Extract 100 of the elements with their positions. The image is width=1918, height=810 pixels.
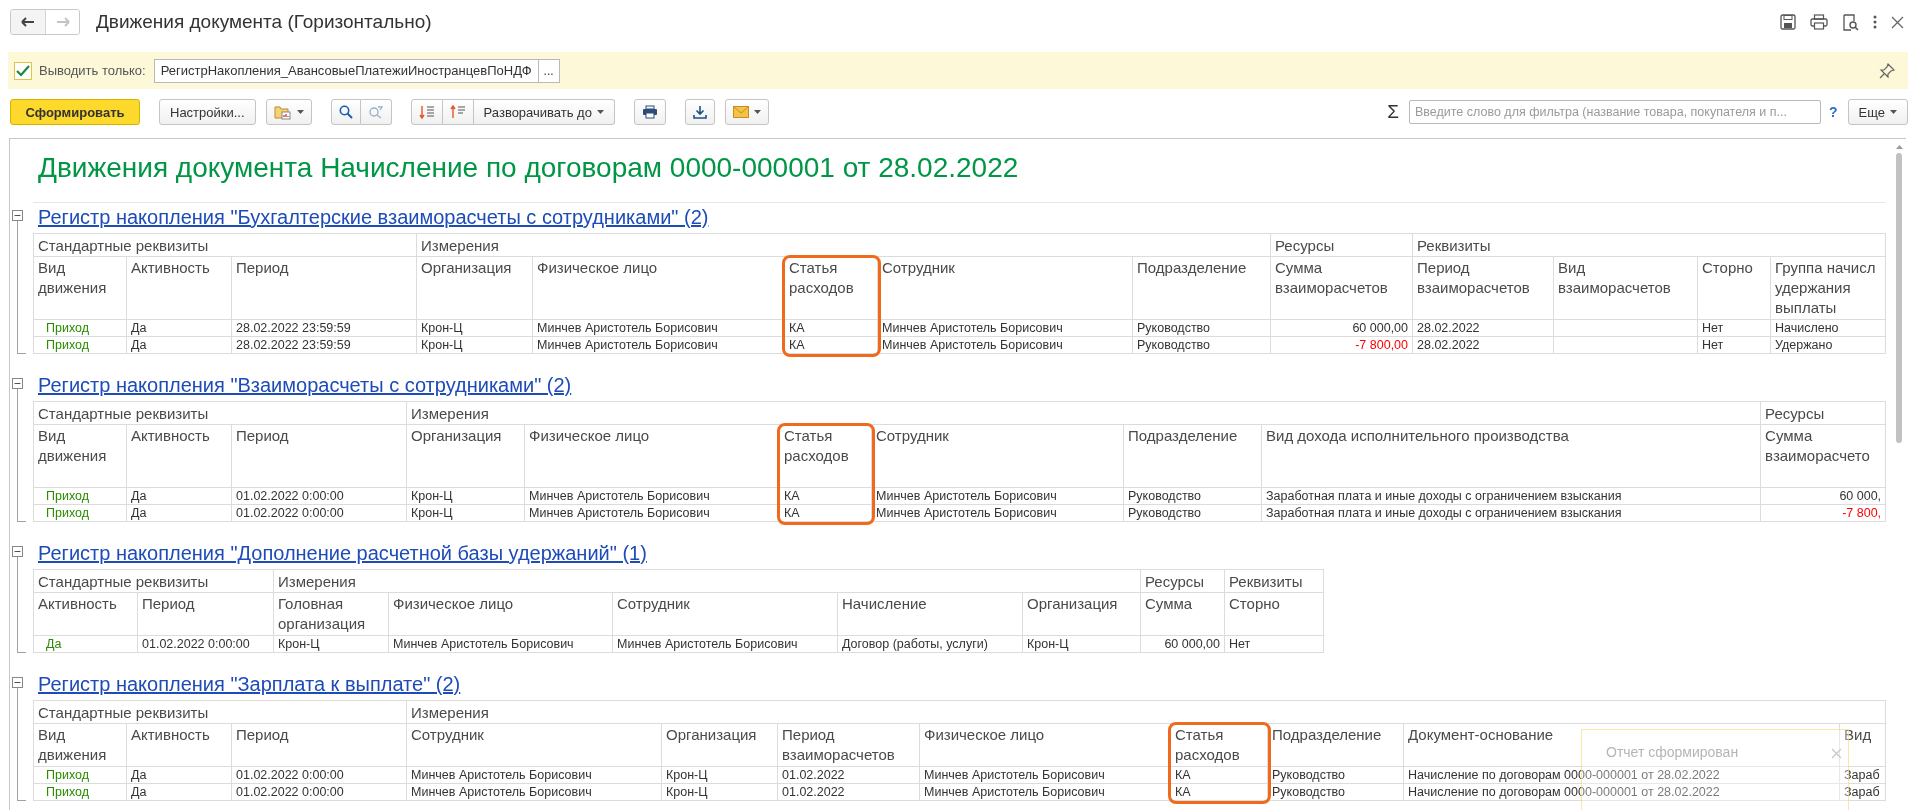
sort-descending-icon <box>418 105 435 119</box>
table-cell: 60 000,00 <box>1270 319 1413 337</box>
column-header: Сумма взаиморасчетов <box>1270 256 1413 320</box>
column-header: Организация <box>416 256 533 320</box>
column-header: Период взаиморасчетов <box>777 723 920 767</box>
table-cell: Договор (работы, услуги) <box>837 635 1023 653</box>
download-button[interactable] <box>684 99 715 125</box>
column-group-header: Стандартные реквизиты <box>33 569 274 593</box>
column-header: Сумма <box>1140 592 1225 636</box>
register-link[interactable]: Регистр накопления "Взаиморасчеты с сотрудниками" (2) <box>38 374 572 396</box>
window-title: Движения документа (Горизонтально) <box>96 11 432 33</box>
column-header: Сторно <box>1697 256 1771 320</box>
table-cell: Да <box>126 487 232 505</box>
collapse-icon[interactable] <box>12 210 23 221</box>
table-cell: Зараб <box>1839 766 1886 784</box>
table-cell: Руководство <box>1123 487 1262 505</box>
settings-button[interactable]: Настройки... <box>159 99 256 125</box>
report-variant-button[interactable] <box>265 99 312 125</box>
column-header: Вид дохода исполнительного производства <box>1261 424 1761 488</box>
checkbox[interactable] <box>14 61 32 80</box>
generate-button[interactable]: Сформировать <box>10 99 140 125</box>
folder-icon <box>273 104 292 120</box>
table-cell: Да <box>126 336 232 354</box>
table-cell: Минчев Аристотель Борисович <box>406 783 662 801</box>
column-header: Активность <box>126 723 232 767</box>
table-cell: Удержано <box>1770 336 1886 354</box>
select-button[interactable]: ... <box>538 58 560 83</box>
table-cell: Заработная плата и иные доходы с ограничением взыскания <box>1261 487 1761 505</box>
collapse-icon[interactable] <box>12 546 23 557</box>
table-cell: Крон-Ц <box>416 336 533 354</box>
filter-field[interactable]: РегистрНакопления_АвансовыеПлатежиИностранцевПоНДФ <box>153 58 539 83</box>
table-cell: Приход <box>33 766 127 784</box>
search-button[interactable] <box>330 99 361 125</box>
table-cell: Да <box>33 635 138 653</box>
column-header: Активность <box>126 424 232 488</box>
table-cell: Руководство <box>1267 783 1404 801</box>
save-icon[interactable] <box>1780 14 1796 30</box>
table-cell: 01.02.2022 0:00:00 <box>231 766 407 784</box>
register-link[interactable]: Регистр накопления "Зарплата к выплате" (2) <box>38 673 461 695</box>
table-cell: Начисление по договорам 0000-000001 от 28.02.2022 <box>1403 766 1840 784</box>
collapse-icon[interactable] <box>12 378 23 389</box>
column-header: Период <box>231 723 407 767</box>
sort-descending-button[interactable] <box>410 99 443 125</box>
column-header: Активность <box>33 592 138 636</box>
search-icon <box>338 105 353 119</box>
checkmark-icon <box>16 64 30 77</box>
table-cell: Минчев Аристотель Борисович <box>388 635 613 653</box>
caret-icon <box>596 110 604 114</box>
table-cell: Нет <box>1697 319 1771 337</box>
table-cell: Крон-Ц <box>416 319 533 337</box>
table-cell: 28.02.2022 23:59:59 <box>231 319 417 337</box>
column-group-header: Стандартные реквизиты <box>33 700 407 724</box>
table-cell: Да <box>126 766 232 784</box>
sort-ascending-button[interactable] <box>442 99 474 125</box>
report-title: Движения документа Начисление по договорам 0000-000001 от 28.02.2022 <box>33 139 1885 203</box>
table-cell: 28.02.2022 <box>1412 336 1554 354</box>
search-reset-icon <box>367 105 384 119</box>
column-header: Подразделение <box>1132 256 1271 320</box>
back-button[interactable] <box>11 10 45 34</box>
pin-icon[interactable] <box>1878 61 1896 80</box>
caret-icon <box>296 110 304 114</box>
table-cell: Начислено <box>1770 319 1886 337</box>
more-button[interactable]: Еще <box>1847 99 1908 125</box>
table-cell: Нет <box>1697 336 1771 354</box>
column-header: Период <box>137 592 274 636</box>
sort-ascending-icon <box>449 105 466 119</box>
more-icon[interactable] <box>1873 15 1877 29</box>
table-cell: Крон-Ц <box>1022 635 1141 653</box>
table-cell: Минчев Аристотель Борисович <box>871 504 1124 522</box>
scroll-up-icon[interactable] <box>1895 145 1903 149</box>
table-cell: -7 800, <box>1760 504 1886 522</box>
column-header: Вид <box>1839 723 1886 767</box>
column-header: Вид взаиморасчетов <box>1553 256 1698 320</box>
table-cell: Крон-Ц <box>406 504 525 522</box>
notification-text: Отчет сформирован <box>1606 744 1739 760</box>
expand-dropdown[interactable]: Разворачивать до <box>473 99 615 125</box>
register-link[interactable]: Регистр накопления "Дополнение расчетной базы удержаний" (1) <box>38 542 647 564</box>
help-button[interactable]: ? <box>1829 104 1838 120</box>
envelope-icon <box>732 106 749 118</box>
column-group-header: Измерения <box>273 569 1141 593</box>
column-header: Физическое лицо <box>388 592 613 636</box>
table-cell: КА <box>779 487 872 505</box>
print-button[interactable] <box>633 99 666 125</box>
collapse-icon[interactable] <box>12 677 23 688</box>
checkbox-label: Выводить только: <box>39 63 146 78</box>
column-header: Вид движения <box>33 723 127 767</box>
search-field[interactable]: Введите слово для фильтра (название товара, покупателя и п... <box>1409 100 1821 124</box>
sum-button[interactable]: Σ <box>1387 101 1399 123</box>
preview-icon[interactable] <box>1842 13 1859 31</box>
mail-button[interactable] <box>724 99 769 125</box>
table-cell: Крон-Ц <box>661 766 778 784</box>
column-header: Период <box>231 256 417 320</box>
table-cell: Минчев Аристотель Борисович <box>877 336 1133 354</box>
register-link[interactable]: Регистр накопления "Бухгалтерские взаиморасчеты с сотрудниками" (2) <box>38 206 709 228</box>
printer-icon[interactable] <box>1810 14 1828 30</box>
table-cell: Нет <box>1224 635 1324 653</box>
column-header: Организация <box>406 424 525 488</box>
table-cell: КА <box>784 319 878 337</box>
close-icon[interactable] <box>1891 15 1904 29</box>
table-cell: Приход <box>33 487 127 505</box>
